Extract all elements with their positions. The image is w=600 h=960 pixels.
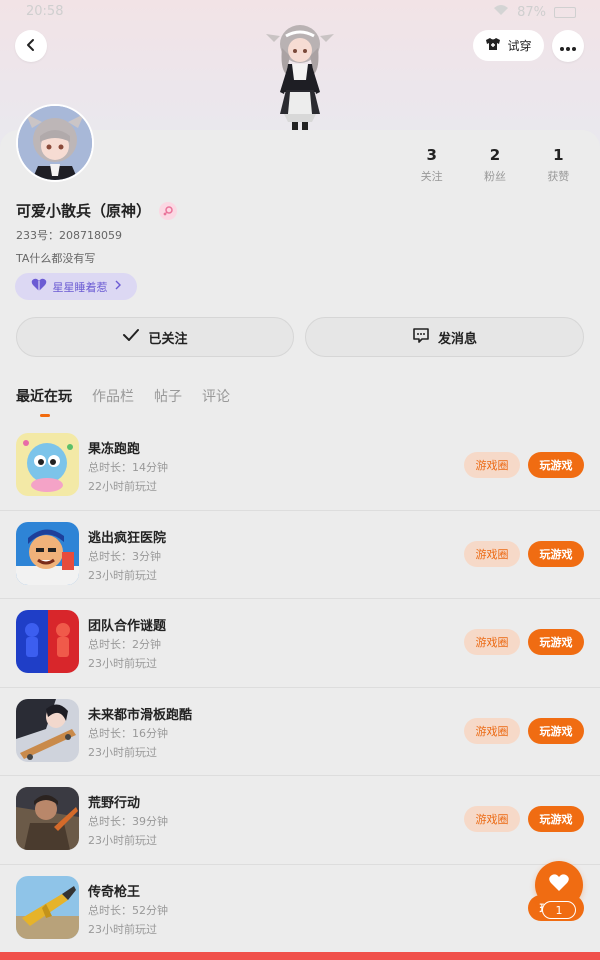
heart-icon: [31, 278, 47, 295]
status-bar: 20:58 87%: [0, 0, 600, 24]
game-icon-jelly-run: [16, 433, 79, 496]
profile-tabs: 最近在玩 作品栏 帖子 评论: [16, 386, 230, 417]
game-circle-button[interactable]: 游戏圈: [464, 540, 520, 567]
play-game-button[interactable]: 玩游戏: [528, 629, 584, 655]
game-duration: 总时长：3分钟: [88, 549, 161, 563]
stat-label: 关注: [420, 170, 443, 183]
battery-label: 87%: [517, 4, 546, 20]
play-game-button[interactable]: 玩游戏: [528, 540, 584, 567]
chevron-left-icon: [24, 37, 38, 56]
game-title: 未来都市滑板跑酷: [88, 707, 193, 723]
game-title: 传奇枪王: [88, 884, 141, 900]
profile-stats: 3 关注 2 粉丝 1 获赞: [400, 146, 590, 184]
recent-games-list: 果冻跑跑 总时长：14分钟 22小时前玩过 游戏圈 玩游戏 逃出疯狂医院 总时长…: [0, 422, 600, 953]
stat-value: 1: [553, 146, 564, 164]
stat-value: 2: [489, 146, 501, 164]
followed-button[interactable]: 已关注: [16, 317, 294, 357]
heart-icon: [548, 873, 570, 897]
game-duration: 总时长：39分钟: [88, 815, 168, 828]
send-message-label: 发消息: [437, 331, 477, 347]
game-circle-button[interactable]: 游戏圈: [464, 629, 520, 655]
tab-works[interactable]: 作品栏: [92, 386, 134, 406]
game-icon-escape-hospital: [16, 521, 79, 585]
play-game-button[interactable]: 玩游戏: [528, 452, 584, 478]
game-last-played: 23小时前玩过: [88, 745, 157, 759]
game-duration: 总时长：16分钟: [88, 726, 168, 740]
game-last-played: 23小时前玩过: [88, 568, 157, 582]
followed-label: 已关注: [148, 331, 188, 347]
stat-followers[interactable]: 2 粉丝: [463, 146, 526, 184]
list-item[interactable]: 逃出疯狂医院 总时长：3分钟 23小时前玩过 游戏圈 玩游戏: [0, 511, 600, 599]
game-icon-legend-gun-king: [16, 875, 79, 939]
chat-bubble-icon: [412, 327, 430, 347]
game-title: 逃出疯狂医院: [88, 530, 167, 546]
game-last-played: 23小时前玩过: [88, 657, 157, 670]
bottom-edge-bar: [0, 952, 600, 960]
more-button[interactable]: [552, 30, 584, 62]
profile-tag[interactable]: 星星睡着惹: [15, 273, 137, 300]
profile-name: 可爱小散兵（原神）: [16, 202, 152, 220]
back-button[interactable]: [15, 30, 47, 62]
game-last-played: 23小时前玩过: [88, 922, 157, 936]
profile-uid: 233号：208718059: [16, 229, 122, 242]
game-last-played: 23小时前玩过: [88, 834, 157, 847]
profile-name-row: 可爱小散兵（原神）: [16, 200, 178, 221]
stat-likes[interactable]: 1 获赞: [527, 146, 590, 184]
status-time: 20:58: [26, 4, 64, 19]
avatar-character-model: [262, 22, 338, 130]
play-game-button[interactable]: 玩游戏: [528, 717, 584, 744]
list-item[interactable]: 团队合作谜题 总时长：2分钟 23小时前玩过 游戏圈 玩游戏: [0, 599, 600, 688]
game-duration: 总时长：2分钟: [88, 638, 161, 651]
stat-label: 粉丝: [483, 170, 506, 183]
try-on-label: 试穿: [507, 39, 532, 53]
game-icon-skateboard-parkour: [16, 698, 79, 762]
game-last-played: 22小时前玩过: [88, 480, 157, 493]
tab-recently-played[interactable]: 最近在玩: [16, 386, 72, 417]
female-gender-icon: [159, 201, 178, 220]
game-circle-button[interactable]: 游戏圈: [464, 452, 520, 478]
check-icon: [122, 328, 140, 346]
game-duration: 总时长：52分钟: [88, 903, 168, 917]
like-count-badge: 1: [542, 901, 576, 919]
avatar[interactable]: [16, 104, 94, 182]
game-circle-button[interactable]: 游戏圈: [464, 717, 520, 744]
game-title: 果冻跑跑: [88, 442, 141, 457]
list-item[interactable]: 未来都市滑板跑酷 总时长：16分钟 23小时前玩过 游戏圈 玩游戏: [0, 688, 600, 776]
more-dots-icon: [559, 37, 577, 56]
list-item[interactable]: 传奇枪王 总时长：52分钟 23小时前玩过 玩游戏: [0, 865, 600, 954]
tab-comments[interactable]: 评论: [202, 386, 230, 406]
profile-bio: TA什么都没有写: [16, 252, 96, 265]
stat-following[interactable]: 3 关注: [400, 146, 463, 184]
list-item[interactable]: 果冻跑跑 总时长：14分钟 22小时前玩过 游戏圈 玩游戏: [0, 422, 600, 511]
battery-icon: [554, 6, 576, 18]
list-item[interactable]: 荒野行动 总时长：39分钟 23小时前玩过 游戏圈 玩游戏: [0, 776, 600, 865]
shirt-icon: [485, 37, 501, 54]
wifi-icon: [493, 4, 509, 20]
play-game-button[interactable]: 玩游戏: [528, 806, 584, 832]
stat-label: 获赞: [547, 170, 570, 183]
chevron-right-icon: [114, 280, 122, 293]
status-icons: 87%: [493, 4, 576, 20]
game-icon-team-puzzle: [16, 610, 79, 673]
game-icon-knives-out: [16, 787, 79, 850]
profile-tag-label: 星星睡着惹: [52, 280, 108, 294]
game-title: 团队合作谜题: [88, 619, 167, 634]
stat-value: 3: [426, 146, 437, 164]
tab-posts[interactable]: 帖子: [154, 386, 182, 406]
try-on-button[interactable]: 试穿: [473, 30, 544, 61]
game-title: 荒野行动: [88, 796, 141, 811]
game-circle-button[interactable]: 游戏圈: [464, 806, 520, 832]
game-duration: 总时长：14分钟: [88, 461, 168, 474]
send-message-button[interactable]: 发消息: [305, 317, 584, 357]
